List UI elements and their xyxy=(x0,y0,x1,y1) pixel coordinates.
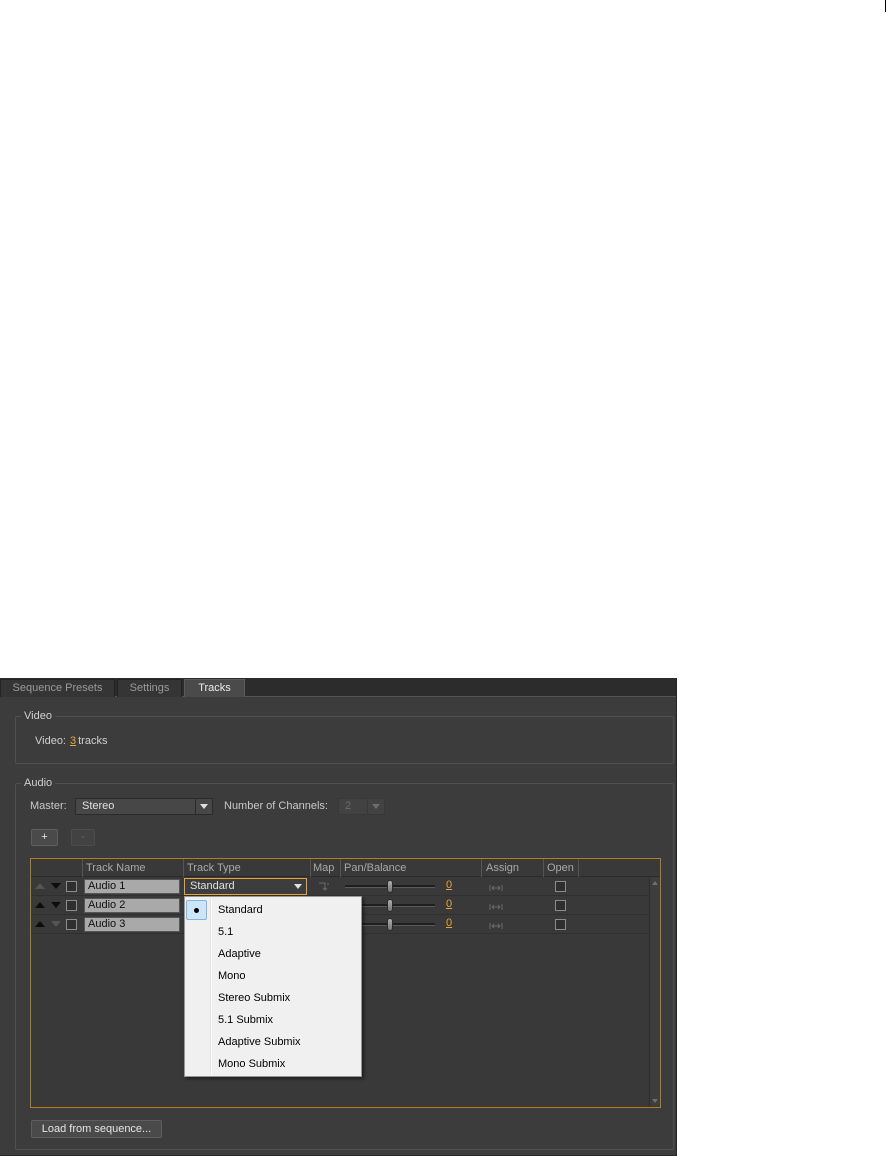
menu-item-5-1[interactable]: 5.1 xyxy=(185,921,361,943)
table-header: Track Name Track Type Map Pan/Balance As… xyxy=(31,859,660,877)
menu-item-label: Stereo Submix xyxy=(218,992,291,1004)
column-header-track-name: Track Name xyxy=(86,862,146,874)
track-type-value: Standard xyxy=(190,880,235,892)
column-header-assign: Assign xyxy=(486,862,520,874)
assign-icon xyxy=(489,902,503,914)
assign-icon xyxy=(489,883,503,895)
pan-value[interactable]: 0 xyxy=(446,877,452,894)
open-checkbox[interactable] xyxy=(555,919,566,930)
vertical-scrollbar[interactable] xyxy=(649,877,660,1107)
track-name-field[interactable]: Audio 3 xyxy=(84,917,180,932)
video-group-label: Video xyxy=(21,709,55,723)
triangle-down-icon[interactable] xyxy=(51,883,61,889)
track-type-dropdown[interactable]: Standard xyxy=(184,878,307,895)
column-divider[interactable] xyxy=(310,859,311,877)
column-divider[interactable] xyxy=(183,859,184,877)
column-divider[interactable] xyxy=(340,859,341,877)
scroll-up-icon[interactable] xyxy=(652,881,658,885)
row-select-checkbox[interactable] xyxy=(66,881,77,892)
menu-item-label: Mono xyxy=(218,970,246,982)
row-select-checkbox[interactable] xyxy=(66,900,77,911)
video-group xyxy=(15,716,674,764)
menu-item-adaptive[interactable]: Adaptive xyxy=(185,943,361,965)
triangle-up-icon[interactable] xyxy=(35,921,45,927)
column-divider[interactable] xyxy=(578,859,579,877)
chevron-down-icon xyxy=(195,799,212,814)
new-sequence-panel: Sequence Presets Settings Tracks Video V… xyxy=(0,678,677,1156)
column-divider[interactable] xyxy=(481,859,482,877)
assign-icon xyxy=(489,921,503,933)
channels-dropdown: 2 xyxy=(338,798,385,815)
column-divider[interactable] xyxy=(543,859,544,877)
triangle-up-icon[interactable] xyxy=(35,883,45,889)
pan-value[interactable]: 0 xyxy=(446,915,452,932)
menu-item-adaptive-submix[interactable]: Adaptive Submix xyxy=(185,1031,361,1053)
menu-item-label: Adaptive Submix xyxy=(218,1036,301,1048)
menu-item-5-1-submix[interactable]: 5.1 Submix xyxy=(185,1009,361,1031)
tab-sequence-presets[interactable]: Sequence Presets xyxy=(0,679,115,697)
open-checkbox[interactable] xyxy=(555,881,566,892)
column-header-map: Map xyxy=(313,862,335,874)
menu-item-stereo-submix[interactable]: Stereo Submix xyxy=(185,987,361,1009)
chevron-down-icon xyxy=(367,799,384,814)
remove-track-button: - xyxy=(71,829,95,846)
pan-value[interactable]: 0 xyxy=(446,896,452,913)
column-header-open: Open xyxy=(547,862,574,874)
add-track-button[interactable]: + xyxy=(31,829,58,846)
channel-map-icon xyxy=(318,881,330,895)
menu-item-mono-submix[interactable]: Mono Submix xyxy=(185,1053,361,1075)
master-dropdown[interactable]: Stereo xyxy=(75,798,213,815)
triangle-down-icon[interactable] xyxy=(51,902,61,908)
triangle-up-icon[interactable] xyxy=(35,902,45,908)
load-from-sequence-button[interactable]: Load from sequence... xyxy=(31,1120,162,1138)
column-divider[interactable] xyxy=(82,859,83,877)
master-value: Stereo xyxy=(82,800,115,812)
track-name-field[interactable]: Audio 1 xyxy=(84,879,180,894)
channels-label: Number of Channels: xyxy=(224,800,328,812)
channels-value: 2 xyxy=(345,800,352,812)
track-name-field[interactable]: Audio 2 xyxy=(84,898,180,913)
column-header-pan-balance: Pan/Balance xyxy=(344,862,407,874)
menu-item-label: 5.1 xyxy=(218,926,234,938)
video-tracks-field: Video: 3 tracks xyxy=(35,734,107,748)
chevron-down-icon xyxy=(290,879,305,894)
tab-bar: Sequence Presets Settings Tracks xyxy=(0,678,676,697)
scroll-down-icon[interactable] xyxy=(652,1099,658,1103)
selection-indicator xyxy=(186,900,207,920)
tab-tracks[interactable]: Tracks xyxy=(184,679,245,697)
track-type-menu: Standard 5.1 Adaptive Mono Stereo Submix… xyxy=(184,896,362,1077)
pan-slider-knob[interactable] xyxy=(387,880,393,893)
menu-item-label: Mono Submix xyxy=(218,1058,286,1070)
video-track-count[interactable]: 3 xyxy=(70,735,76,747)
text-cursor xyxy=(885,0,886,12)
bullet-icon xyxy=(194,908,199,913)
video-field-label: Video: xyxy=(35,735,66,747)
pan-slider-knob[interactable] xyxy=(387,899,393,912)
menu-item-standard[interactable]: Standard xyxy=(185,899,361,921)
tab-settings[interactable]: Settings xyxy=(117,679,182,697)
menu-item-mono[interactable]: Mono xyxy=(185,965,361,987)
audio-group-label: Audio xyxy=(21,776,56,790)
column-header-track-type: Track Type xyxy=(187,862,241,874)
menu-item-label: Standard xyxy=(218,904,263,916)
open-checkbox[interactable] xyxy=(555,900,566,911)
menu-item-label: Adaptive xyxy=(218,948,261,960)
video-track-unit: tracks xyxy=(78,735,108,747)
master-label: Master: xyxy=(30,800,67,812)
menu-item-label: 5.1 Submix xyxy=(218,1014,274,1026)
table-row[interactable]: Audio 1 Standard 0 xyxy=(31,877,648,896)
triangle-down-icon[interactable] xyxy=(51,921,61,927)
pan-slider-knob[interactable] xyxy=(387,918,393,931)
row-select-checkbox[interactable] xyxy=(66,919,77,930)
